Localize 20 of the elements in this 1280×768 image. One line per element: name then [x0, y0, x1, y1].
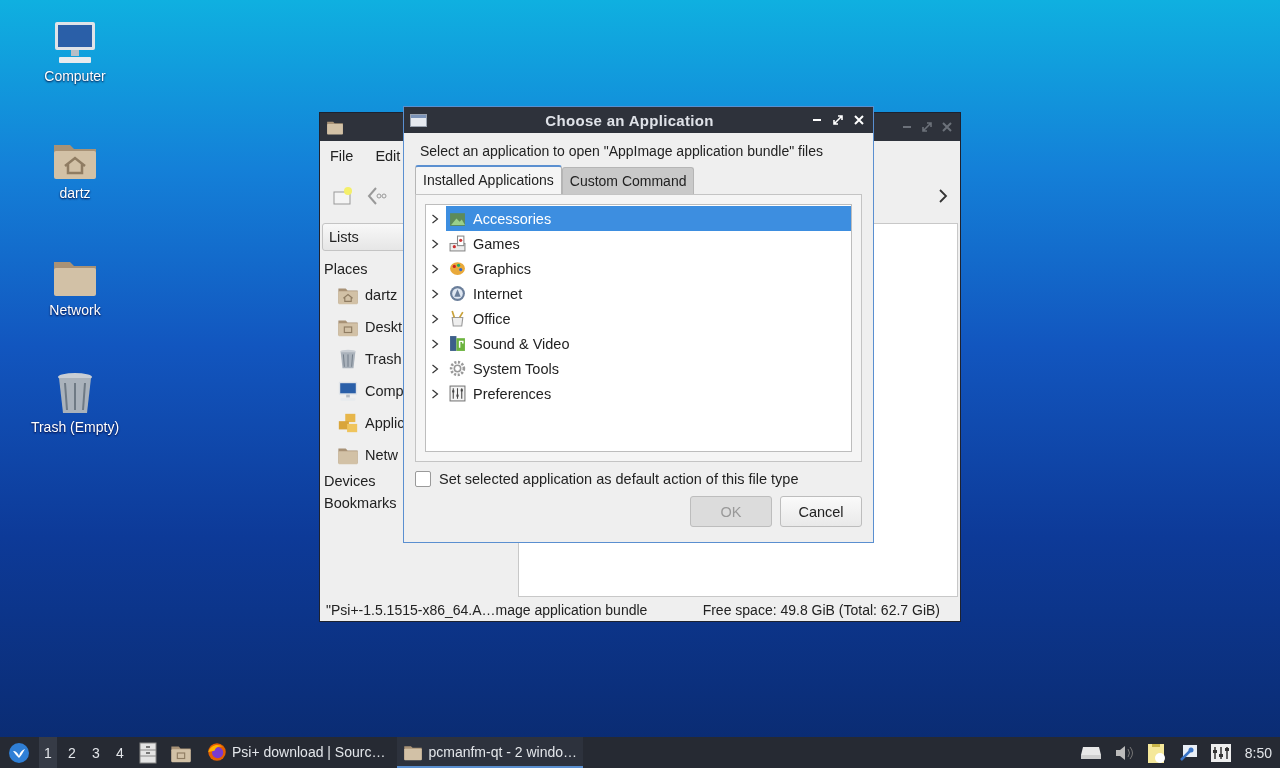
category-label: Office	[473, 310, 511, 327]
category-label: Sound & Video	[473, 335, 570, 352]
free-space-text: Free space: 49.8 GiB (Total: 62.7 GiB)	[702, 602, 940, 618]
window-title: Choose an Application	[544, 111, 715, 129]
category-label: Internet	[473, 285, 523, 302]
status-text: "Psi+-1.5.1515-x86_64.A…mage application bundle	[326, 602, 648, 618]
section-heading: Places	[324, 261, 368, 277]
place-label: Trash	[365, 351, 402, 367]
place-label: Applic	[365, 415, 405, 431]
category-label: System Tools	[473, 360, 559, 377]
place-label: Comp	[365, 383, 404, 399]
category-label: Games	[473, 235, 520, 252]
place-label: Netw	[365, 447, 399, 463]
category-label: Accessories	[473, 210, 552, 227]
place-label: Deskt	[365, 319, 403, 335]
checkbox-label: Set selected application as default action of this file type	[439, 471, 799, 487]
category-label: Preferences	[473, 385, 552, 402]
category-label: Graphics	[473, 260, 532, 277]
place-label: dartz	[365, 287, 398, 303]
prompt-text: Select an application to open "AppImage application bundle" files	[419, 143, 824, 159]
